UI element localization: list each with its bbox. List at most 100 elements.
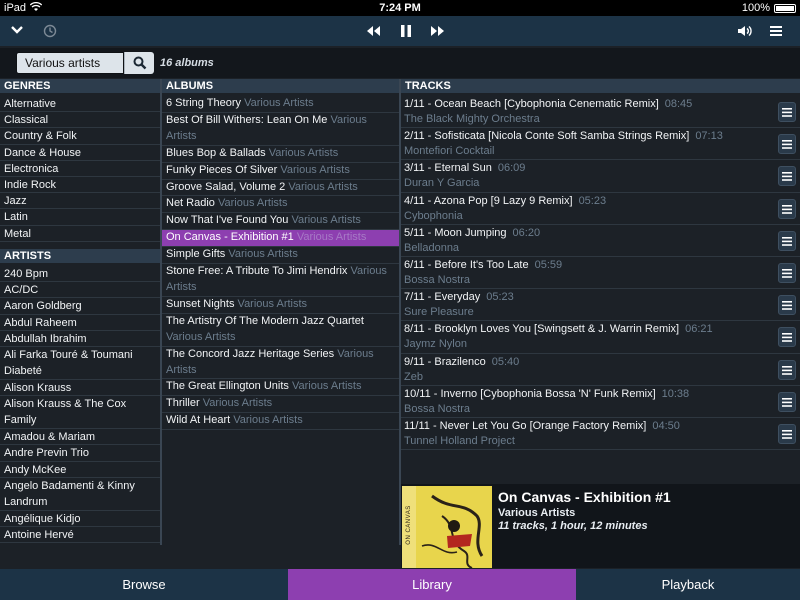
album-item[interactable]: Stone Free: A Tribute To Jimi Hendrix Va…	[162, 264, 399, 297]
search-input[interactable]	[16, 52, 124, 74]
artist-item[interactable]: Aaron Goldberg	[0, 298, 160, 315]
genres-list[interactable]: Alternative Classical Country & Folk Dance …	[0, 96, 160, 244]
album-art[interactable]: ON CANVAS	[402, 486, 492, 568]
genre-item[interactable]: NPR New Music Variety	[0, 242, 160, 245]
albums-list[interactable]: 6 String Theory Various Artists Best Of B…	[162, 96, 399, 546]
genre-item[interactable]: Jazz	[0, 193, 160, 210]
genre-item[interactable]: Dance & House	[0, 145, 160, 161]
artist-item[interactable]: Abdullah Ibrahim	[0, 331, 160, 347]
previous-track-icon[interactable]	[365, 24, 381, 38]
collapse-chevron-icon[interactable]	[10, 25, 24, 35]
track-menu-button[interactable]	[778, 295, 796, 316]
genre-item[interactable]: Indie Rock	[0, 177, 160, 194]
timer-icon[interactable]	[43, 24, 57, 38]
album-item[interactable]: Simple Gifts Various Artists	[162, 247, 399, 265]
track-row[interactable]: 10/11 - Inverno [Cybophonia Bossa 'N' Fu…	[401, 386, 800, 418]
album-item[interactable]: On Canvas - Exhibition #1 Various Artist…	[162, 230, 399, 248]
tab-library[interactable]: Library	[288, 569, 576, 600]
track-artist: Sure Pleasure	[404, 306, 474, 319]
track-menu-button[interactable]	[778, 262, 796, 283]
album-item[interactable]: The Great Ellington Units Various Artist…	[162, 379, 399, 397]
track-row[interactable]: 5/11 - Moon Jumping 06:20 Belladonna	[401, 225, 800, 257]
artist-item[interactable]: Angélique Kidjo	[0, 511, 160, 527]
track-menu-button[interactable]	[778, 198, 796, 219]
track-menu-button[interactable]	[778, 391, 796, 412]
album-item[interactable]: Groove Salad, Volume 2 Various Artists	[162, 180, 399, 197]
track-title: 5/11 - Moon Jumping	[404, 226, 507, 239]
next-track-icon[interactable]	[430, 24, 446, 38]
album-title: The Concord Jazz Heritage Series	[166, 347, 335, 360]
track-artist: The Black Mighty Orchestra	[404, 113, 540, 125]
artist-item[interactable]: Alison Krauss	[0, 380, 160, 397]
album-item[interactable]: Sunset Nights Various Artists	[162, 297, 399, 314]
album-title: Blues Bop & Ballads	[166, 146, 266, 159]
tab-browse[interactable]: Browse	[0, 569, 288, 600]
track-title-line: 5/11 - Moon Jumping 06:20	[404, 225, 800, 241]
album-item[interactable]: Blues Bop & Ballads Various Artists	[162, 146, 399, 163]
album-title: Funky Pieces Of Silver	[166, 163, 278, 176]
album-art-text: ON CANVAS	[406, 505, 412, 545]
track-row[interactable]: 8/11 - Brooklyn Loves You [Swingsett & J…	[401, 321, 800, 354]
search-icon	[133, 56, 147, 70]
track-row[interactable]: 9/11 - Brazilenco 05:40 Zeb	[401, 354, 800, 386]
track-row[interactable]: 11/11 - Never Let You Go [Orange Factory…	[401, 418, 800, 451]
artist-item[interactable]: Antoine Hervé	[0, 527, 160, 544]
track-row[interactable]: 1/11 - Ocean Beach [Cybophonia Cenematic…	[401, 96, 800, 129]
track-menu-button[interactable]	[778, 327, 796, 348]
artist-item[interactable]: AC/DC	[0, 282, 160, 299]
track-row[interactable]: 7/11 - Everyday 05:23 Sure Pleasure	[401, 289, 800, 322]
track-menu-button[interactable]	[778, 166, 796, 187]
menu-icon	[782, 172, 792, 182]
track-row[interactable]: 4/11 - Azona Pop [9 Lazy 9 Remix] 05:23 Cy…	[401, 193, 800, 225]
album-artist: Various Artists	[244, 97, 314, 109]
track-title-line: 3/11 - Eternal Sun 06:09	[404, 160, 800, 176]
tracks-list[interactable]: 1/11 - Ocean Beach [Cybophonia Cenematic…	[401, 96, 800, 456]
menu-icon	[782, 268, 792, 278]
track-title: 6/11 - Before It's Too Late	[404, 258, 529, 271]
artist-item[interactable]: 240 Bpm	[0, 266, 160, 283]
artist-item[interactable]: Antônio Carlos Jobim	[0, 543, 160, 544]
search-button[interactable]	[124, 52, 154, 74]
album-item[interactable]: Thriller Various Artists	[162, 396, 399, 414]
artist-item[interactable]: Andre Previn Trio	[0, 445, 160, 462]
volume-icon[interactable]	[737, 24, 753, 38]
album-item[interactable]: Now That I've Found You Various Artists	[162, 213, 399, 231]
track-title-line: 1/11 - Ocean Beach [Cybophonia Cenematic…	[404, 96, 800, 112]
track-menu-button[interactable]	[778, 102, 796, 122]
genre-item[interactable]: Classical	[0, 112, 160, 129]
album-item[interactable]: Funky Pieces Of Silver Various Artists	[162, 163, 399, 180]
genre-item[interactable]: Latin	[0, 209, 160, 226]
album-item[interactable]: Wild At Heart Various Artists	[162, 413, 399, 431]
track-row[interactable]: 3/11 - Eternal Sun 06:09 Duran Y Garcia	[401, 160, 800, 193]
album-item[interactable]: The Artistry Of The Modern Jazz Quartet …	[162, 314, 399, 347]
artist-item[interactable]: Abdul Raheem	[0, 315, 160, 331]
artists-list[interactable]: 240 Bpm AC/DC Aaron Goldberg Abdul Raheem Ab…	[0, 266, 160, 544]
menu-icon[interactable]	[769, 25, 783, 37]
album-artist: Various Artists	[202, 397, 273, 410]
tab-playback[interactable]: Playback	[576, 569, 800, 600]
album-item[interactable]: Best Of Bill Withers: Lean On Me Various…	[162, 113, 399, 146]
artist-item[interactable]: Amadou & Mariam	[0, 429, 160, 446]
artist-item[interactable]: Alison Krauss & The Cox Family	[0, 396, 160, 430]
album-item[interactable]: 6 String Theory Various Artists	[162, 96, 399, 113]
album-item[interactable]: The Concord Jazz Heritage Series Various…	[162, 347, 399, 380]
artist-item[interactable]: Angelo Badamenti & Kinny Landrum	[0, 478, 160, 511]
genre-item[interactable]: Metal	[0, 226, 160, 242]
artist-item[interactable]: Ali Farka Touré & Toumani Diabeté	[0, 347, 160, 380]
track-row[interactable]: 6/11 - Before It's Too Late 05:59 Bossa No…	[401, 257, 800, 290]
track-menu-button[interactable]	[778, 359, 796, 380]
pause-icon[interactable]	[400, 24, 412, 38]
album-item[interactable]: Net Radio Various Artists	[162, 196, 399, 214]
menu-icon	[782, 140, 792, 149]
bottom-tab-bar: Browse Library Playback	[0, 569, 800, 600]
album-title: On Canvas - Exhibition #1	[498, 489, 671, 505]
track-menu-button[interactable]	[778, 423, 796, 444]
genre-item[interactable]: Alternative	[0, 96, 160, 113]
genre-item[interactable]: Country & Folk	[0, 128, 160, 145]
track-menu-button[interactable]	[778, 230, 796, 251]
artist-item[interactable]: Andy McKee	[0, 462, 160, 478]
track-menu-button[interactable]	[778, 134, 796, 155]
genre-item[interactable]: Electronica	[0, 161, 160, 177]
track-title-line: 4/11 - Azona Pop [9 Lazy 9 Remix] 05:23	[404, 193, 800, 209]
track-row[interactable]: 2/11 - Sofisticata [Nicola Conte Soft Sa…	[401, 128, 800, 161]
